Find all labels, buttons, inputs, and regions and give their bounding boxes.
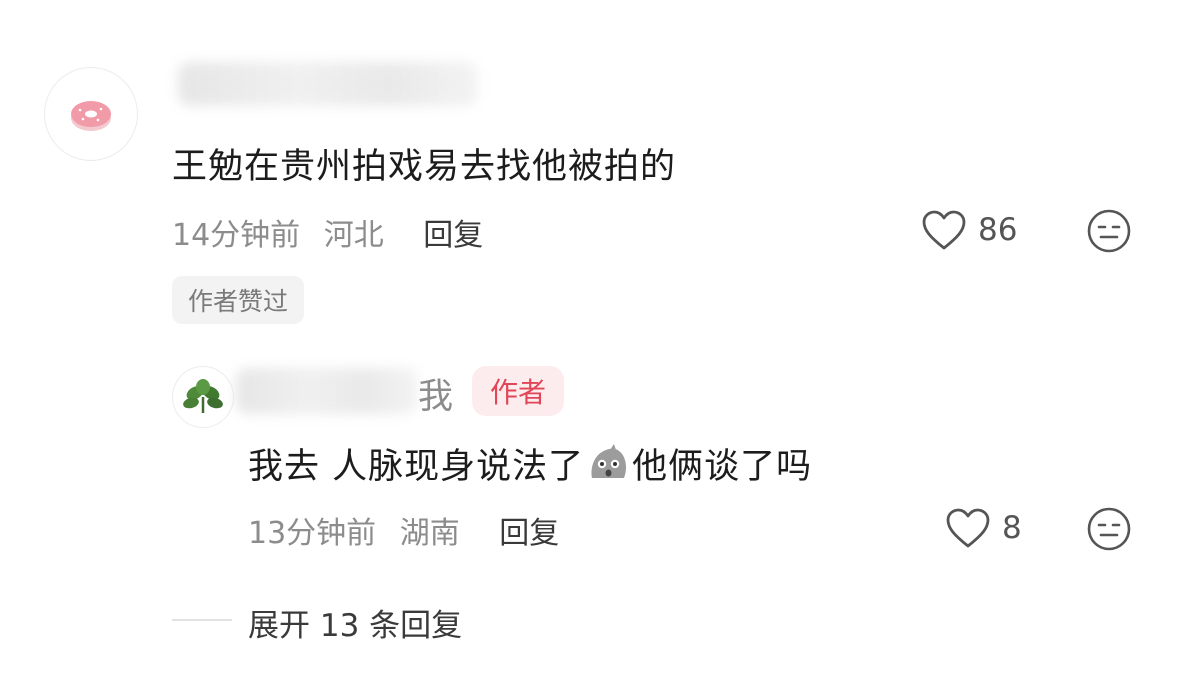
comment-meta: 14分钟前 河北 回复 xyxy=(172,210,497,254)
expand-divider xyxy=(172,619,232,621)
reply-button[interactable]: 回复 xyxy=(423,218,483,253)
shocked-face-emoji-icon xyxy=(591,443,627,478)
author-liked-badge: 作者赞过 xyxy=(172,276,305,324)
reply-location: 湖南 xyxy=(399,516,460,551)
dislike-button[interactable] xyxy=(1086,208,1132,258)
like-button[interactable]: 8 xyxy=(944,506,1022,550)
blurred-username[interactable] xyxy=(178,62,478,106)
dislike-button[interactable] xyxy=(1086,506,1132,556)
like-button[interactable]: 86 xyxy=(920,208,1017,252)
donut-icon xyxy=(71,101,111,131)
me-label: 我 xyxy=(418,377,454,417)
reply-time: 13分钟前 xyxy=(248,516,377,551)
reply-button[interactable]: 回复 xyxy=(499,516,559,551)
meh-face-icon xyxy=(1087,209,1131,253)
expand-replies-button[interactable]: 展开 13 条回复 xyxy=(248,600,462,645)
reply-text-after: 他俩谈了吗 xyxy=(632,447,813,487)
reply-meta: 13分钟前 湖南 回复 xyxy=(248,508,573,552)
like-count: 8 xyxy=(1002,510,1022,546)
like-count: 86 xyxy=(978,212,1018,248)
blurred-username[interactable] xyxy=(236,368,418,414)
reply-text-before: 我去 人脉现身说法了 xyxy=(248,447,585,487)
comment-time: 14分钟前 xyxy=(172,218,301,253)
reply-content: 我去 人脉现身说法了 他俩谈了吗 xyxy=(248,438,812,489)
plant-icon xyxy=(183,379,223,413)
author-badge: 作者 xyxy=(472,366,565,416)
heart-icon xyxy=(922,210,966,250)
comment-content: 王勉在贵州拍戏易去找他被拍的 xyxy=(172,147,677,187)
meh-face-icon xyxy=(1087,507,1131,551)
comment-location: 河北 xyxy=(323,218,384,253)
comment-thread: 王勉在贵州拍戏易去找他被拍的 14分钟前 河北 回复 86 作者赞过 我 作者 … xyxy=(0,0,1200,699)
heart-icon xyxy=(946,508,990,548)
commenter-avatar[interactable] xyxy=(44,67,138,161)
replier-avatar[interactable] xyxy=(172,366,234,428)
